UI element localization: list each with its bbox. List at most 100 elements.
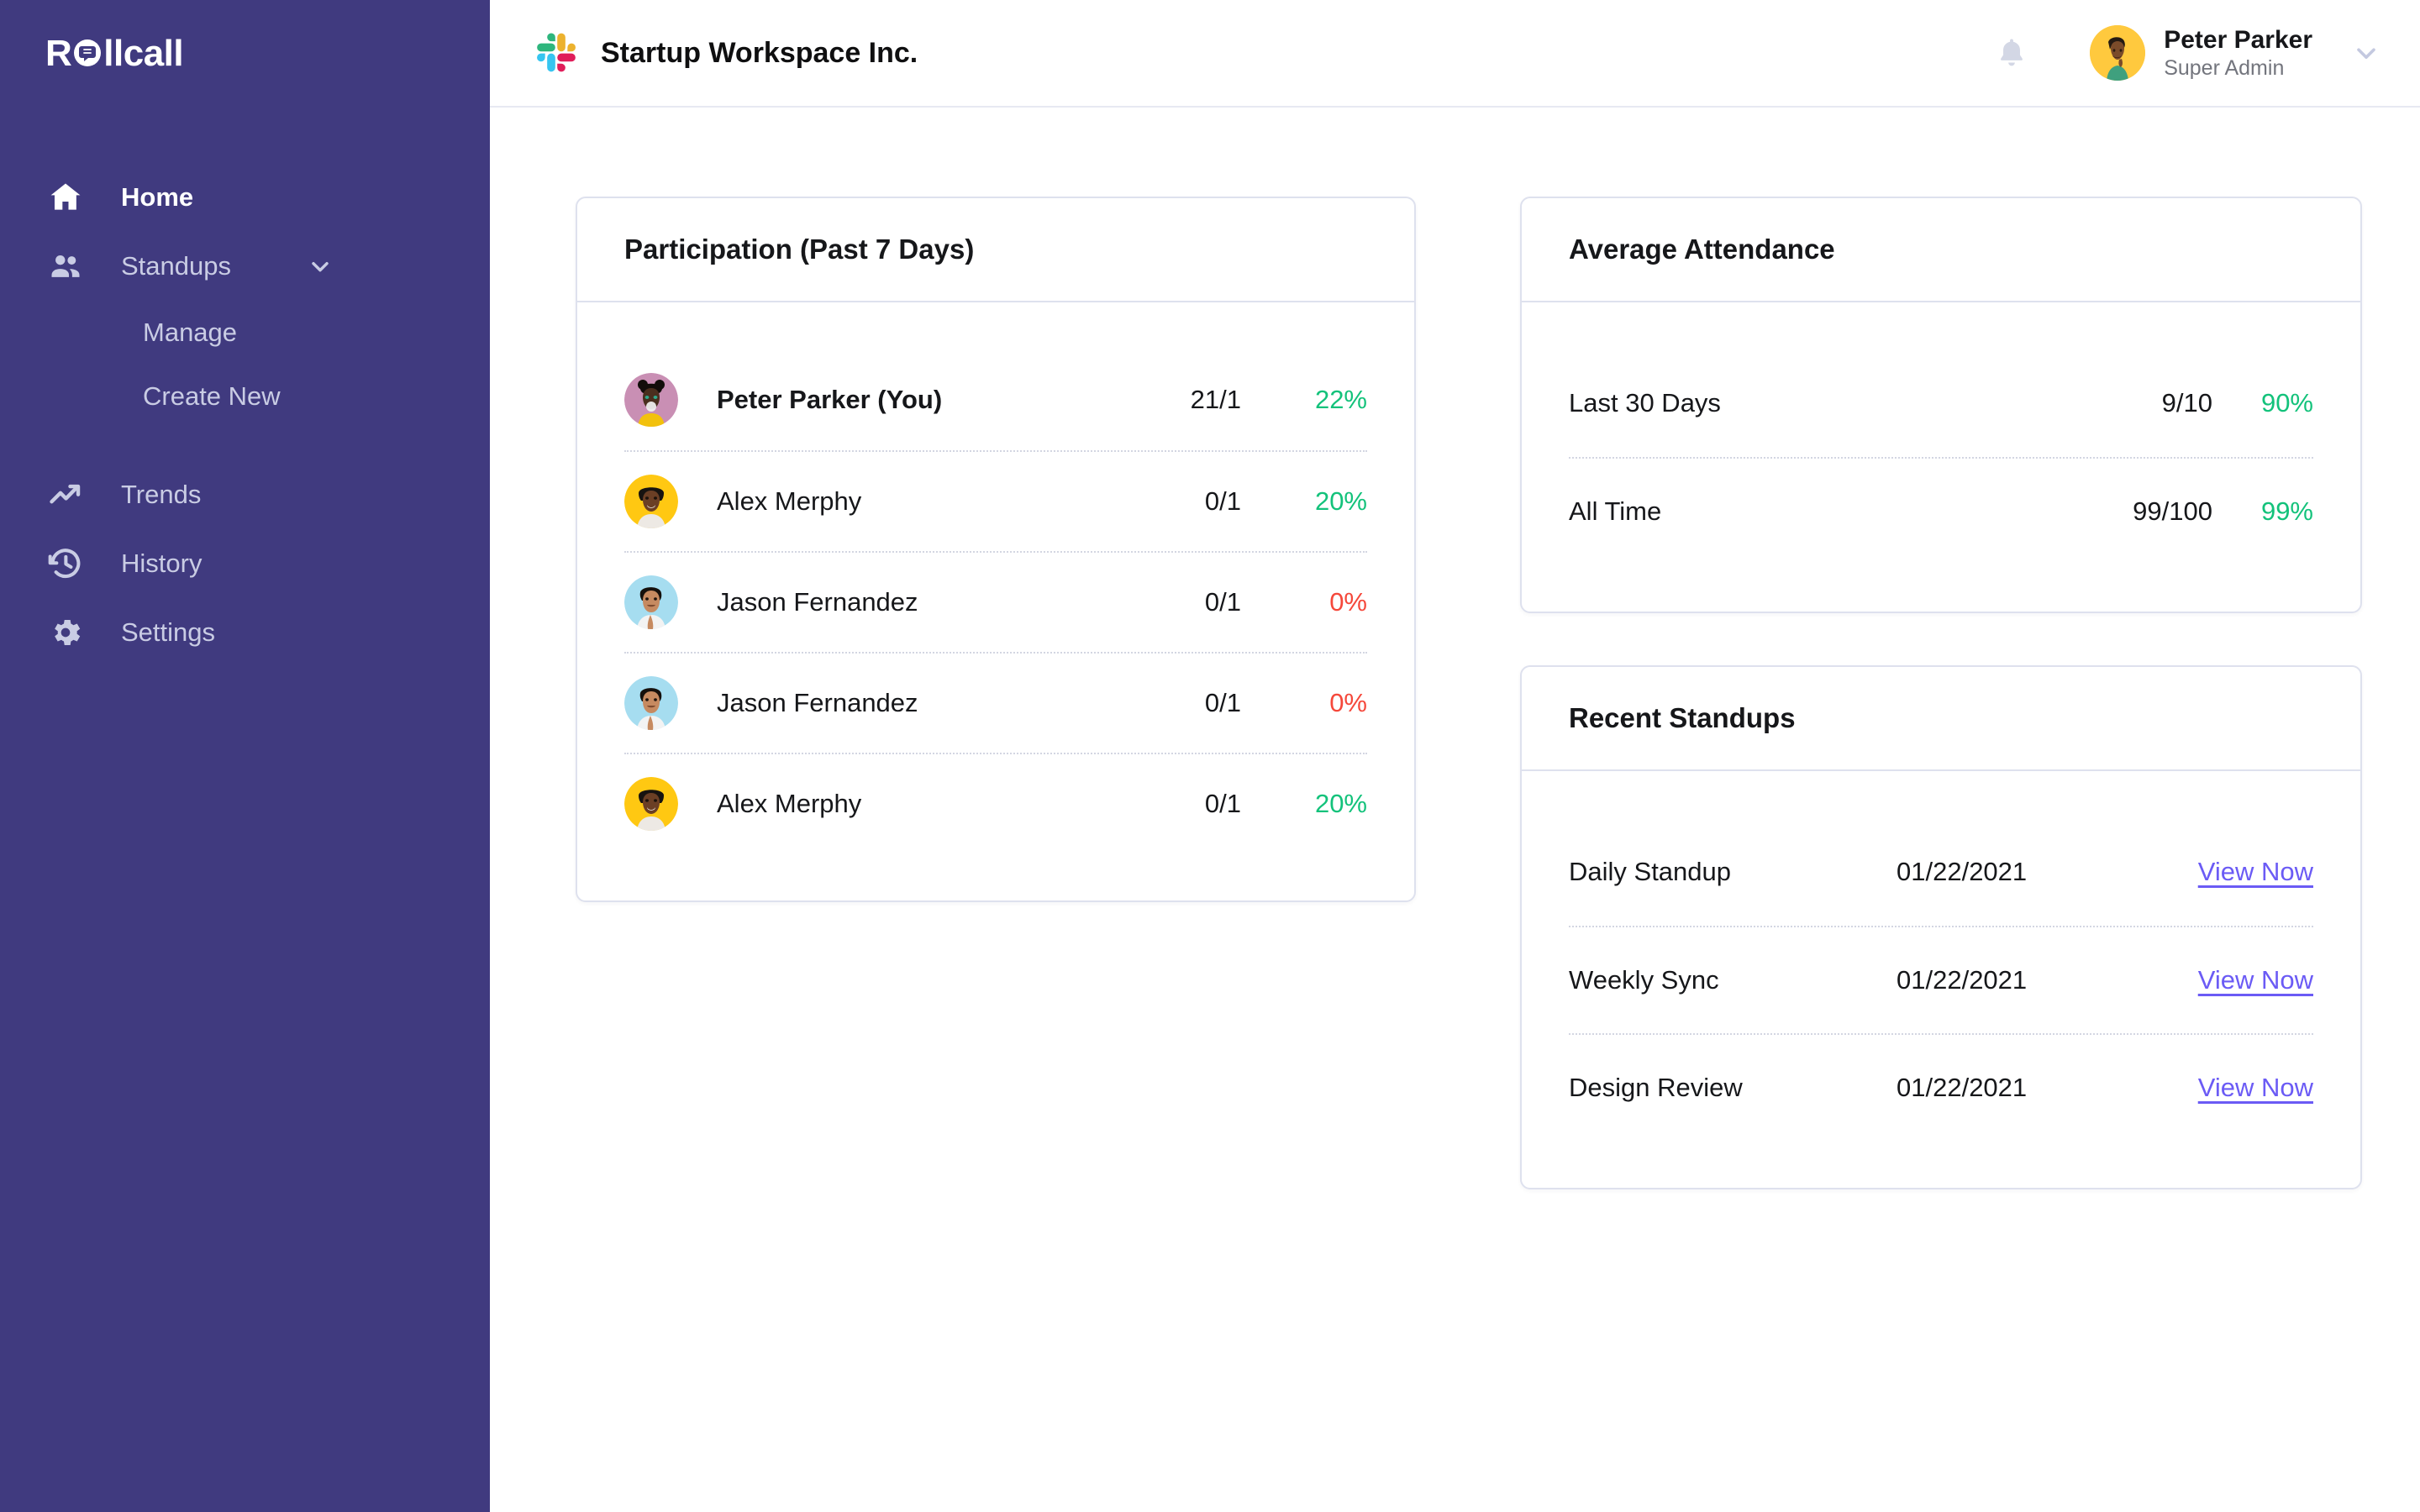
table-row[interactable]: Jason Fernandez 0/1 0% (624, 551, 1367, 652)
view-now-link[interactable]: View Now (2198, 1073, 2313, 1103)
sidebar-nav: Home Standups Manage Create New Trends H… (0, 108, 490, 667)
participant-name: Alex Merphy (717, 789, 862, 818)
user-meta: Peter Parker Super Admin (2164, 24, 2312, 82)
brand-text-before: R (45, 33, 72, 74)
participant-percent: 0% (1329, 688, 1367, 717)
attendance-fraction: 99/100 (2133, 496, 2212, 526)
avatar (624, 676, 678, 730)
dashboard-content: Participation (Past 7 Days) Peter Parker… (490, 108, 2420, 1512)
avatar (624, 777, 678, 831)
topbar-right: Peter Parker Super Admin (1994, 24, 2381, 82)
average-attendance-card-header: Average Attendance (1522, 198, 2360, 302)
recent-standups-card: Recent Standups Daily Standup 01/22/2021… (1520, 665, 2362, 1189)
view-now-link[interactable]: View Now (2198, 857, 2313, 887)
user-role: Super Admin (2164, 56, 2285, 81)
participant-name: Jason Fernandez (717, 688, 918, 717)
participant-count: 0/1 (1204, 789, 1241, 818)
standup-name: Weekly Sync (1569, 965, 1719, 995)
sidebar-item-home[interactable]: Home (0, 163, 490, 232)
avatar (624, 373, 678, 427)
sidebar-subitem-create-new-label: Create New (143, 381, 281, 411)
average-attendance-card-body: Last 30 Days 9/10 90% All Time 99/100 99… (1522, 302, 2360, 612)
participation-card: Participation (Past 7 Days) Peter Parker… (576, 197, 1416, 902)
user-menu[interactable]: Peter Parker Super Admin (2090, 24, 2381, 82)
participant-name: Peter Parker (You) (717, 385, 943, 414)
right-column: Average Attendance Last 30 Days 9/10 90%… (1520, 197, 2362, 1189)
attendance-period-label: All Time (1569, 496, 1662, 526)
standup-date: 01/22/2021 (1897, 857, 2028, 886)
avatar (624, 475, 678, 528)
sidebar-item-history[interactable]: History (0, 529, 490, 598)
participant-count: 0/1 (1204, 486, 1241, 516)
view-now-link[interactable]: View Now (2198, 965, 2313, 995)
attendance-period-label: Last 30 Days (1569, 388, 1721, 417)
sidebar-item-trends-label: Trends (121, 480, 202, 509)
chevron-down-icon[interactable] (2351, 38, 2381, 68)
home-icon (47, 179, 89, 216)
participant-percent: 20% (1314, 486, 1367, 516)
participant-percent: 22% (1314, 385, 1367, 414)
avatar (2090, 25, 2146, 81)
standup-date: 01/22/2021 (1897, 1073, 2028, 1102)
sidebar-item-settings-label: Settings (121, 617, 216, 647)
participant-count: 0/1 (1204, 587, 1241, 617)
participant-percent: 20% (1314, 789, 1367, 818)
avatar (624, 575, 678, 629)
participation-card-header: Participation (Past 7 Days) (577, 198, 1414, 302)
sidebar-item-trends[interactable]: Trends (0, 460, 490, 529)
sidebar-subitem-manage-label: Manage (143, 318, 238, 347)
standup-name: Daily Standup (1569, 857, 1732, 886)
brand-logo-text: R llcall (45, 33, 184, 75)
attendance-fraction: 9/10 (2161, 388, 2212, 417)
participant-name: Jason Fernandez (717, 587, 918, 617)
standup-date: 01/22/2021 (1897, 965, 2028, 995)
gear-icon (47, 614, 89, 651)
workspace-identity[interactable]: Startup Workspace Inc. (534, 31, 918, 75)
history-icon (47, 545, 89, 582)
table-row: Design Review 01/22/2021 View Now (1569, 1033, 2313, 1141)
sidebar-subitem-create-new[interactable]: Create New (0, 365, 490, 428)
participant-percent: 0% (1329, 587, 1367, 617)
sidebar-item-settings[interactable]: Settings (0, 598, 490, 667)
sidebar-item-history-label: History (121, 549, 203, 578)
sidebar-item-home-label: Home (121, 182, 194, 212)
table-row: All Time 99/100 99% (1569, 457, 2313, 564)
table-row: Weekly Sync 01/22/2021 View Now (1569, 926, 2313, 1033)
brand-logo[interactable]: R llcall (0, 0, 490, 108)
sidebar-item-standups-label: Standups (121, 251, 231, 281)
table-row: Last 30 Days 9/10 90% (1569, 349, 2313, 457)
standup-name: Design Review (1569, 1073, 1743, 1102)
participant-name: Alex Merphy (717, 486, 862, 516)
speech-bubble-icon (73, 39, 102, 68)
table-row: Daily Standup 01/22/2021 View Now (1569, 818, 2313, 926)
participant-count: 0/1 (1204, 688, 1241, 717)
user-name: Peter Parker (2164, 25, 2312, 54)
table-row[interactable]: Alex Merphy 0/1 20% (624, 450, 1367, 551)
sidebar-item-standups[interactable]: Standups (0, 232, 490, 301)
recent-standups-card-body: Daily Standup 01/22/2021 View Now Weekly… (1522, 771, 2360, 1188)
left-column: Participation (Past 7 Days) Peter Parker… (576, 197, 1416, 902)
recent-standups-card-header: Recent Standups (1522, 667, 2360, 771)
average-attendance-card-title: Average Attendance (1569, 234, 1835, 265)
attendance-percent: 90% (2260, 388, 2313, 417)
average-attendance-card: Average Attendance Last 30 Days 9/10 90%… (1520, 197, 2362, 613)
participation-card-body: Peter Parker (You) 21/1 22% Alex Merphy … (577, 302, 1414, 900)
sidebar: R llcall Home Standups Manage Create New… (0, 0, 490, 1512)
table-row[interactable]: Alex Merphy 0/1 20% (624, 753, 1367, 853)
people-icon (47, 248, 89, 285)
table-row[interactable]: Peter Parker (You) 21/1 22% (624, 349, 1367, 450)
chevron-down-icon[interactable] (307, 253, 334, 280)
sidebar-subitem-manage[interactable]: Manage (0, 301, 490, 365)
notification-bell-icon[interactable] (1994, 35, 2029, 71)
topbar: Startup Workspace Inc. Peter Parker Supe… (490, 0, 2420, 108)
attendance-percent: 99% (2260, 496, 2313, 526)
participant-count: 21/1 (1190, 385, 1241, 414)
trending-up-icon (47, 476, 89, 513)
main-area: Startup Workspace Inc. Peter Parker Supe… (490, 0, 2420, 1512)
participation-card-title: Participation (Past 7 Days) (624, 234, 975, 265)
table-row[interactable]: Jason Fernandez 0/1 0% (624, 652, 1367, 753)
recent-standups-card-title: Recent Standups (1569, 702, 1796, 733)
app-root: R llcall Home Standups Manage Create New… (0, 0, 2420, 1512)
slack-logo-icon (534, 31, 577, 75)
workspace-name: Startup Workspace Inc. (601, 36, 918, 69)
